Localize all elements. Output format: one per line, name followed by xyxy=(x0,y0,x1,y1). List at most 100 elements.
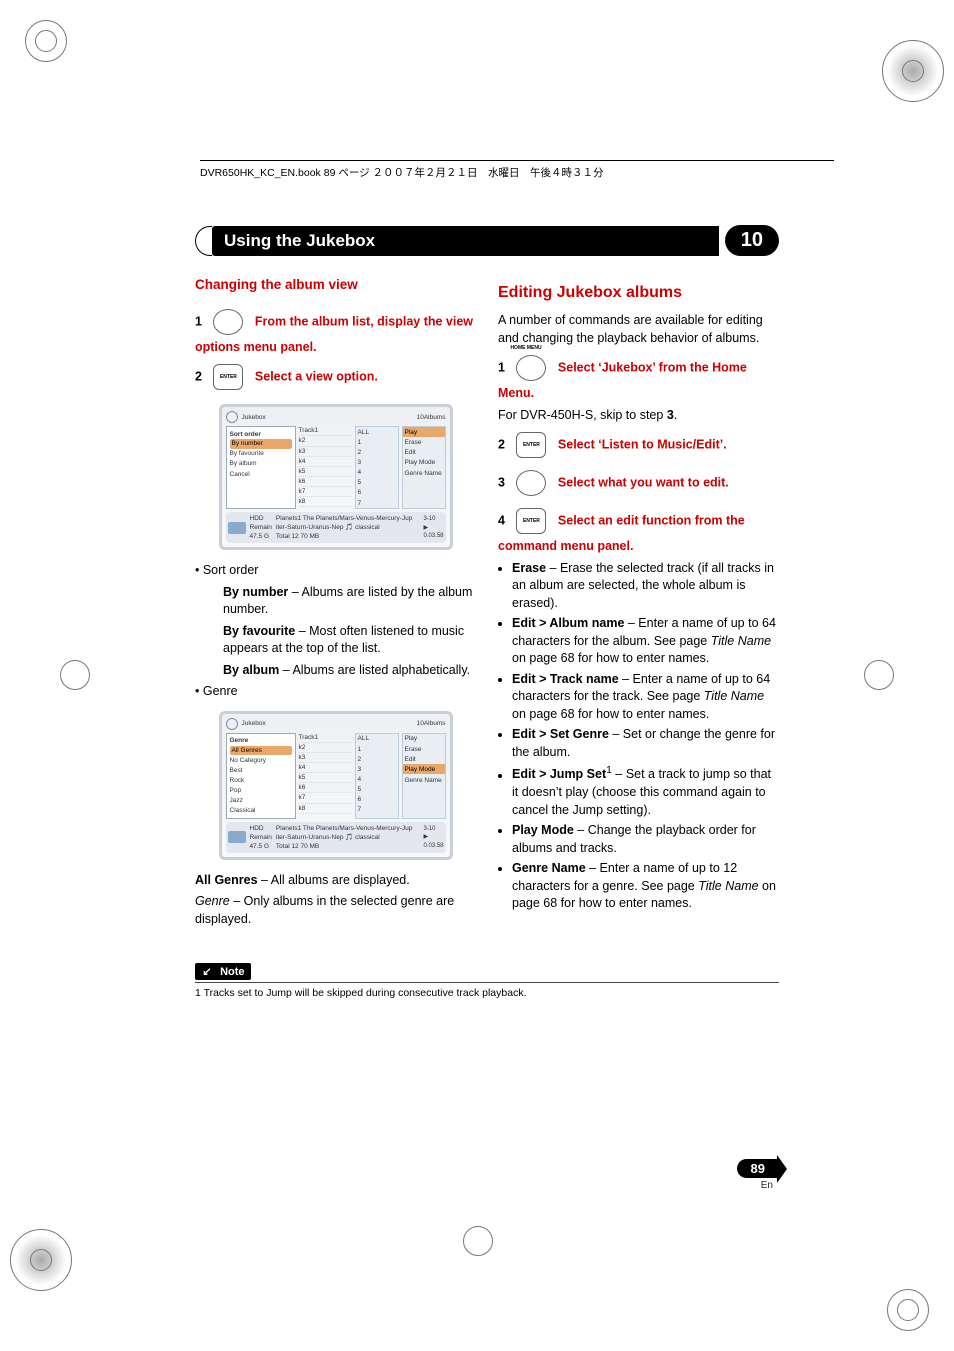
columns: Changing the album view 1 From the album… xyxy=(195,276,779,932)
step-number: 1 xyxy=(498,361,505,375)
shot-foot-total: Total 12 70 MB xyxy=(276,842,420,851)
sort-order-list: By number – Albums are listed by the alb… xyxy=(223,584,476,680)
shot-foot-title: Planets1 The Planets/Mars-Venus-Mercury-… xyxy=(276,514,420,523)
reg-mark-icon xyxy=(60,660,90,690)
shot-menu-head: Genre xyxy=(230,736,292,746)
heading-change-album-view: Changing the album view xyxy=(195,276,476,295)
skip-step: 3 xyxy=(667,408,674,422)
shot-menu-item: No Category xyxy=(230,755,292,765)
shot-remain-label: Remain xyxy=(250,523,272,532)
list-item: Edit > Jump Set1 – Set a track to jump s… xyxy=(512,764,779,819)
body: Using the Jukebox 10 Changing the album … xyxy=(195,225,779,1201)
page: DVR650HK_KC_EN.book 89 ページ ２００７年２月２１日 水曜… xyxy=(0,0,954,1351)
shot-side-num: 5 xyxy=(356,478,398,488)
shot-pos: 3-10 xyxy=(423,515,443,523)
shot-menu-item: Classical xyxy=(230,806,292,816)
item-ref: Title Name xyxy=(698,879,758,893)
item-text: – Erase the selected track (if all track… xyxy=(512,561,774,610)
enter-button-icon xyxy=(209,360,247,394)
item-label: Edit > Jump Set xyxy=(512,768,606,782)
item-ref: Title Name xyxy=(711,634,771,648)
shot-side-num: 1 xyxy=(356,437,398,447)
allgenres-label: All Genres xyxy=(195,873,258,887)
jukebox-logo-icon xyxy=(226,411,238,423)
shot-cmd: Play Mode xyxy=(403,764,445,774)
page-badge: 89 En xyxy=(737,1159,779,1191)
shot-cmd: Play Mode xyxy=(403,458,445,468)
shot-foot-sub: iter-Saturn-Uranus-Nep 🎵 classical xyxy=(276,833,420,842)
header-filename: DVR650HK_KC_EN.book 89 ページ ２００７年２月２１日 水曜… xyxy=(200,167,604,179)
right-column: Editing Jukebox albums A number of comma… xyxy=(498,276,779,932)
item-label: Edit > Album name xyxy=(512,616,624,630)
shot-cmd: Edit xyxy=(403,448,445,458)
hdd-icon xyxy=(228,522,246,534)
shot-menu-head: Sort order xyxy=(230,429,292,439)
shot-menu: Genre All Genres No Category Best Rock P… xyxy=(226,733,296,819)
step-text: Select what you want to edit. xyxy=(558,476,729,490)
shot-side: ALL 1 2 3 4 5 6 7 xyxy=(355,426,399,509)
shot-remain-label: Remain xyxy=(250,833,272,842)
edit-functions-list: Erase – Erase the selected track (if all… xyxy=(512,560,779,913)
reg-mark-icon xyxy=(10,1229,72,1291)
shot-hdd-label: HDD xyxy=(250,824,272,833)
shot-side-top: ALL xyxy=(356,427,398,437)
chapter-bar: Using the Jukebox 10 xyxy=(195,225,779,256)
shot-cmd: Play xyxy=(403,734,445,744)
dpad-icon xyxy=(209,305,247,339)
step-3: 3 Select what you want to edit. xyxy=(498,466,779,500)
step-number: 2 xyxy=(498,438,505,452)
shot-foot-sub: iter-Saturn-Uranus-Nep 🎵 classical xyxy=(276,523,420,532)
shot-foot-total: Total 12 70 MB xyxy=(276,532,420,541)
hdd-icon xyxy=(228,831,246,843)
step-2: 2 Select ‘Listen to Music/Edit’. xyxy=(498,428,779,462)
note-section: Note 1 Tracks set to Jump will be skippe… xyxy=(195,962,779,999)
shot-count: 10Albums xyxy=(417,719,446,728)
step-number: 2 xyxy=(195,370,202,384)
shot-menu-item: By favourite xyxy=(230,449,292,459)
shot-hdd-label: HDD xyxy=(250,514,272,523)
skip-note: For DVR-450H-S, skip to step 3. xyxy=(498,407,779,425)
step-number: 4 xyxy=(498,514,505,528)
item-label: Play Mode xyxy=(512,823,574,837)
shot-pos: 3-10 xyxy=(423,825,443,833)
reg-mark-icon xyxy=(25,20,67,62)
genre-text: – Only albums in the selected genre are … xyxy=(195,894,454,926)
shot-title: Jukebox xyxy=(242,413,266,422)
step-number: 1 xyxy=(195,314,202,328)
list-item: Genre Name – Enter a name of up to 12 ch… xyxy=(512,860,779,913)
shot-cmd: Genre Name xyxy=(403,469,445,479)
shot-cmd: Erase xyxy=(403,437,445,447)
dpad-icon xyxy=(512,466,550,500)
shot-cmd: Erase xyxy=(403,744,445,754)
shot-title: Jukebox xyxy=(242,719,266,728)
step-4: 4 Select an edit function from the comma… xyxy=(498,504,779,556)
chapter-cap-icon xyxy=(195,226,212,256)
chapter-title: Using the Jukebox xyxy=(212,226,719,256)
item-ref: Title Name xyxy=(704,689,764,703)
home-menu-button-icon xyxy=(512,351,550,385)
shot-side-num: 3 xyxy=(356,458,398,468)
shot-side-num: 2 xyxy=(356,448,398,458)
shot-count: 10Albums xyxy=(417,413,446,422)
note-text: 1 Tracks set to Jump will be skipped dur… xyxy=(195,982,779,999)
reg-mark-icon xyxy=(887,1289,929,1331)
shot-remain-value: 47.5 G xyxy=(250,532,272,541)
step-1: 1 Select ‘Jukebox’ from the Home Menu. xyxy=(498,351,779,403)
list-item: Play Mode – Change the playback order fo… xyxy=(512,822,779,857)
left-column: Changing the album view 1 From the album… xyxy=(195,276,476,932)
ui-screenshot-genre: Jukebox 10Albums Genre All Genres No Cat… xyxy=(219,711,453,860)
shot-side-top: ALL xyxy=(356,734,398,744)
step-1: 1 From the album list, display the view … xyxy=(195,305,476,357)
shot-menu-item: All Genres xyxy=(230,746,292,755)
shot-remain-value: 47.5 G xyxy=(250,842,272,851)
header-line: DVR650HK_KC_EN.book 89 ページ ２００７年２月２１日 水曜… xyxy=(200,160,834,180)
page-number: 89 xyxy=(737,1159,779,1178)
genre-label: Genre xyxy=(195,894,230,908)
shot-cmd: Play xyxy=(403,427,445,437)
shot-tracklist: Track1 k2k3k4k5k6k7k8 xyxy=(299,733,352,819)
chapter-number: 10 xyxy=(725,225,779,256)
shot-menu-item: Best xyxy=(230,765,292,775)
reg-mark-icon xyxy=(864,660,894,690)
shot-tracklist: Track1 k2k3k4k5k6k7k8 xyxy=(299,426,352,509)
step-text: Select ‘Listen to Music/Edit’. xyxy=(558,438,727,452)
